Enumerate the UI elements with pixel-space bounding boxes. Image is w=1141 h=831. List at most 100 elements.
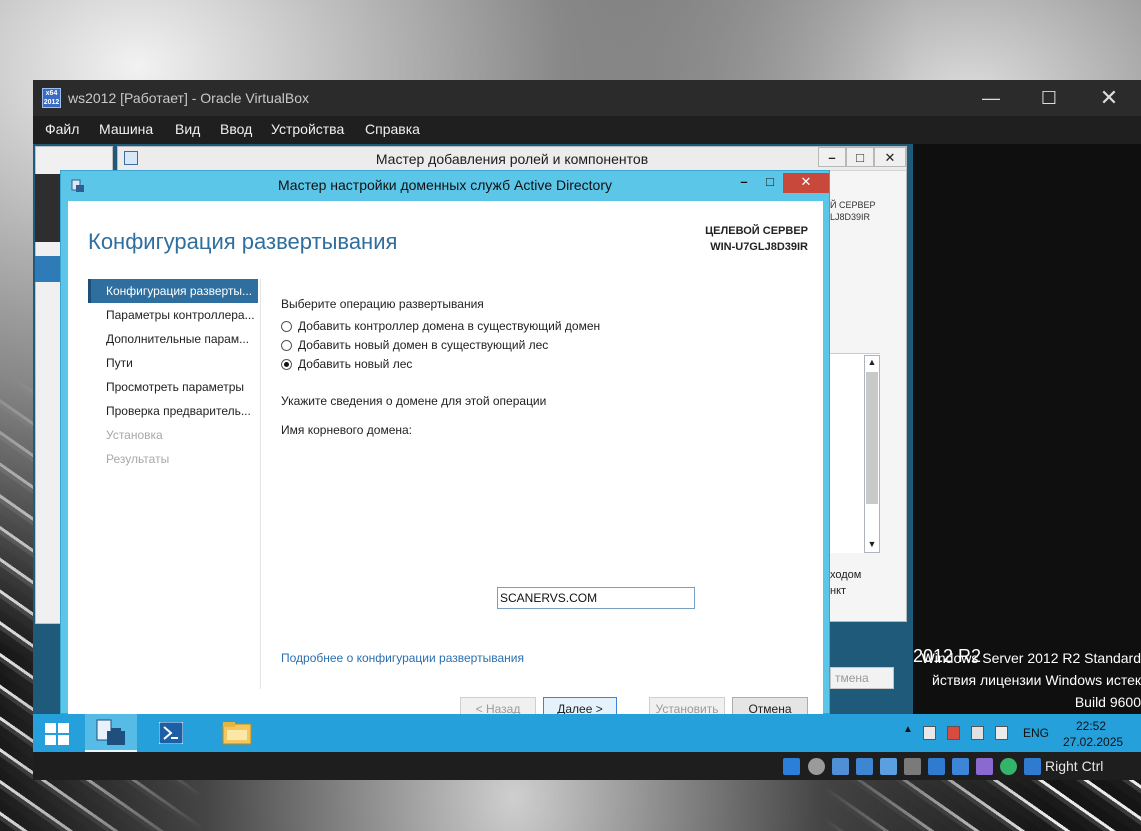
roles-cancel-button[interactable]: тмена: [830, 667, 894, 689]
keyboard-capture-icon[interactable]: [1024, 758, 1041, 775]
ad-titlebar: Мастер настройки доменных служб Active D…: [61, 171, 829, 201]
network-icon[interactable]: [923, 726, 936, 740]
next-button[interactable]: Далее >: [543, 697, 617, 714]
usb-icon[interactable]: [880, 758, 897, 775]
target-server-name: WIN-U7GLJ8D39IR: [710, 241, 808, 253]
action-center-icon[interactable]: [947, 726, 960, 740]
menu-help[interactable]: Справка: [365, 121, 420, 137]
roles-close-button[interactable]: ✕: [874, 147, 906, 167]
target-server-label: ЦЕЛЕВОЙ СЕРВЕР: [705, 225, 808, 237]
install-button[interactable]: Установить: [649, 697, 725, 714]
ad-maximize-button[interactable]: □: [757, 173, 783, 193]
option-label-add-forest: Добавить новый лес: [298, 357, 413, 371]
nav-step-installation: Установка: [106, 428, 163, 442]
menu-devices[interactable]: Устройства: [271, 121, 344, 137]
clock-date: 27.02.2025: [1063, 735, 1124, 749]
watermark-edition: Windows Server 2012 R2 Standard: [921, 650, 1141, 666]
back-button[interactable]: < Назад: [460, 697, 536, 714]
cancel-button[interactable]: Отмена: [732, 697, 808, 714]
ad-minimize-button[interactable]: –: [731, 173, 757, 193]
nav-step-dc-options[interactable]: Параметры контроллера...: [88, 303, 258, 327]
target-server: ЦЕЛЕВОЙ СЕРВЕР WIN-U7GLJ8D39IR: [628, 223, 808, 255]
volume-icon[interactable]: [995, 726, 1008, 740]
menu-input[interactable]: Ввод: [220, 121, 252, 137]
menu-view[interactable]: Вид: [175, 121, 200, 137]
roles-side-text: ходом нкт: [830, 567, 861, 599]
hdd-icon[interactable]: [783, 758, 800, 775]
domain-info-prompt: Укажите сведения о домене для этой опера…: [281, 394, 547, 408]
server-manager-icon: [96, 719, 125, 745]
option-add-domain-existing-forest[interactable]: Добавить новый домен в существующий лес: [281, 336, 548, 354]
roles-minimize-button[interactable]: –: [818, 147, 846, 167]
language-indicator[interactable]: ENG: [1023, 726, 1049, 740]
roles-side-line-2: нкт: [830, 585, 847, 597]
scroll-thumb[interactable]: [866, 372, 878, 504]
guest-desktop-area: 2012 R2 Windows Server 2012 R2 Standard …: [913, 144, 1141, 714]
radio-add-forest[interactable]: [281, 358, 292, 370]
nav-step-review-options[interactable]: Просмотреть параметры: [88, 375, 258, 399]
network-adapter-icon[interactable]: [856, 758, 873, 775]
nav-step-paths[interactable]: Пути: [88, 351, 258, 375]
more-info-link[interactable]: Подробнее о конфигурации развертывания: [281, 651, 524, 665]
taskbar-file-explorer[interactable]: [209, 714, 265, 752]
close-button[interactable]: ✕: [1079, 80, 1139, 116]
watermark-license: йствия лицензии Windows истек: [932, 672, 1141, 688]
network-status-icon[interactable]: [971, 726, 984, 740]
guest-additions-icon[interactable]: [1000, 758, 1017, 775]
ad-wizard-title: Мастер настройки доменных служб Active D…: [277, 177, 613, 193]
window-title: ws2012 [Работает] - Oracle VirtualBox: [68, 90, 309, 106]
file-explorer-icon: [222, 722, 252, 745]
vbox-titlebar: x64 2012 ws2012 [Работает] - Oracle Virt…: [33, 80, 1141, 116]
audio-icon[interactable]: [832, 758, 849, 775]
option-label-add-domain: Добавить новый домен в существующий лес: [298, 338, 549, 352]
radio-add-dc[interactable]: [281, 320, 292, 332]
nav-step-deployment-config[interactable]: Конфигурация разверты...: [88, 279, 258, 303]
host-key-label[interactable]: Right Ctrl: [1045, 758, 1103, 774]
shared-folders-icon[interactable]: [904, 758, 921, 775]
optical-drive-icon[interactable]: [808, 758, 825, 775]
menu-file[interactable]: Файл: [45, 121, 79, 137]
start-windows-icon[interactable]: [45, 723, 69, 745]
virtualbox-logo-icon: x64 2012: [42, 88, 61, 108]
option-add-dc-existing-domain[interactable]: Добавить контроллер домена в существующи…: [281, 317, 600, 335]
powershell-icon: [159, 722, 183, 744]
root-domain-input[interactable]: [497, 587, 695, 609]
clock-time: 22:52: [1075, 719, 1107, 733]
roles-list-scrollbar[interactable]: ▲ ▼: [864, 355, 880, 553]
roles-maximize-button[interactable]: □: [846, 147, 874, 167]
roles-wizard-title: Мастер добавления ролей и компонентов: [375, 151, 649, 167]
page-title: Конфигурация развертывания: [88, 229, 398, 254]
ad-wizard-body: Конфигурация развертывания ЦЕЛЕВОЙ СЕРВЕ…: [68, 201, 823, 714]
nav-step-additional-options[interactable]: Дополнительные парам...: [88, 327, 258, 351]
watermark-build: Build 9600: [1074, 694, 1141, 710]
recording-icon[interactable]: [952, 758, 969, 775]
vbox-menubar: Файл Машина Вид Ввод Устройства Справка: [33, 116, 1141, 144]
root-domain-label: Имя корневого домена:: [281, 423, 413, 437]
display-icon[interactable]: [928, 758, 945, 775]
option-add-new-forest[interactable]: Добавить новый лес: [281, 355, 412, 373]
guest-taskbar: ▲ ENG 22:52 27.02.2025: [33, 714, 1141, 752]
tray-clock[interactable]: 22:52 27.02.2025: [1063, 718, 1124, 750]
menu-machine[interactable]: Машина: [99, 121, 153, 137]
option-label-add-dc: Добавить контроллер домена в существующи…: [298, 319, 601, 333]
guest-screen[interactable]: Мастер добавления ролей и компонентов – …: [33, 144, 913, 714]
maximize-button[interactable]: ☐: [1019, 80, 1079, 116]
nav-step-prerequisites-check[interactable]: Проверка предваритель...: [88, 399, 258, 423]
taskbar-server-manager[interactable]: [85, 714, 137, 752]
roles-target-label: Й СЕРВЕР: [830, 200, 876, 210]
scroll-up-icon[interactable]: ▲: [866, 357, 878, 369]
scroll-down-icon[interactable]: ▼: [866, 539, 878, 551]
roles-target-server: Й СЕРВЕР LJ8D39IR: [830, 199, 875, 223]
roles-side-line-1: ходом: [830, 569, 862, 581]
nav-step-results: Результаты: [106, 452, 170, 466]
operation-prompt: Выберите операцию развертывания: [281, 297, 484, 311]
taskbar-powershell[interactable]: [145, 714, 195, 752]
radio-add-domain[interactable]: [281, 339, 292, 351]
ad-close-button[interactable]: ✕: [783, 173, 829, 193]
wizard-steps-nav: Конфигурация разверты... Параметры контр…: [88, 279, 258, 471]
minimize-button[interactable]: —: [961, 80, 1021, 116]
virtualbox-window: x64 2012 ws2012 [Работает] - Oracle Virt…: [33, 80, 1141, 780]
vt-x-icon[interactable]: [976, 758, 993, 775]
ad-ds-wizard: Мастер настройки доменных служб Active D…: [60, 170, 830, 714]
tray-overflow-icon[interactable]: ▲: [903, 724, 913, 735]
